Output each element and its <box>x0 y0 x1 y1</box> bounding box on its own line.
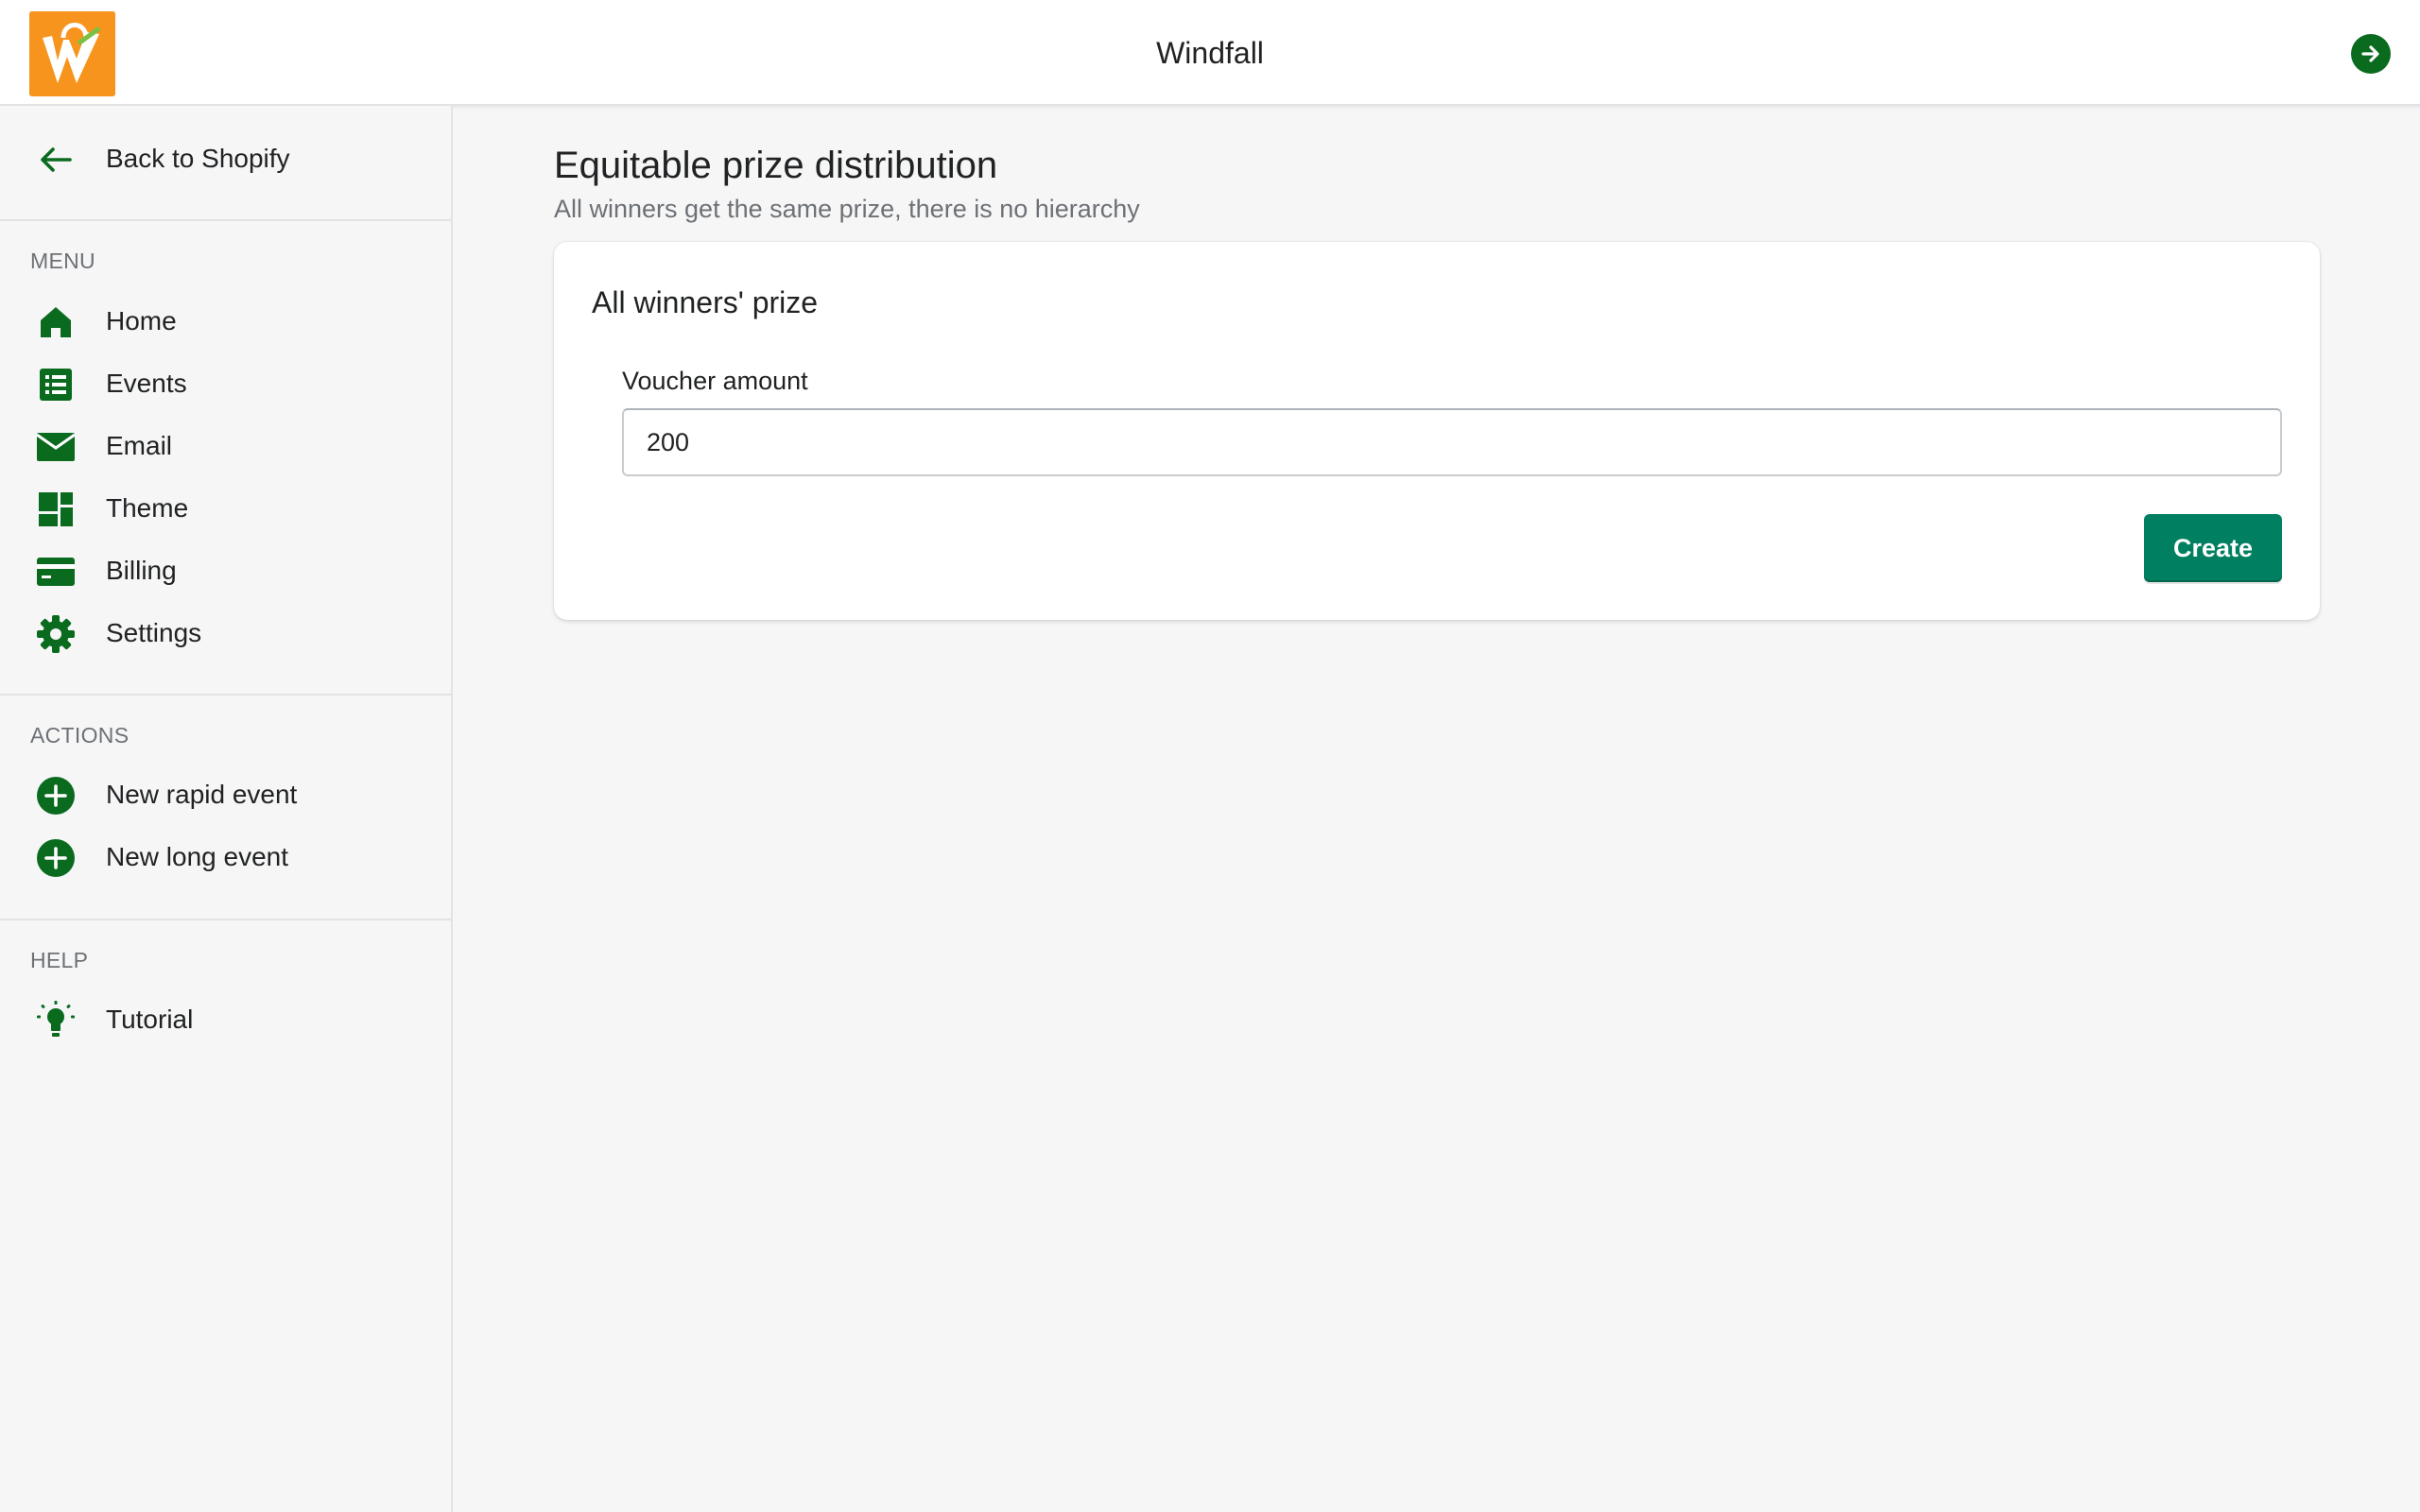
card-title: All winners' prize <box>592 285 819 319</box>
arrow-right-circle-icon <box>2361 45 2379 62</box>
exit-app-button[interactable] <box>2351 34 2391 74</box>
page-subtitle: All winners get the same prize, there is… <box>554 195 1140 223</box>
sidebar-item-label: Home <box>106 306 177 335</box>
back-link-label: Back to Shopify <box>106 144 290 173</box>
create-button[interactable]: Create <box>2144 514 2282 582</box>
plus-circle-icon <box>36 838 76 878</box>
sidebar-item-billing[interactable]: Billing <box>0 541 451 599</box>
sidebar-divider <box>0 919 451 920</box>
arrow-left-icon <box>38 146 74 179</box>
action-item-label: New long event <box>106 842 289 871</box>
new-long-event-button[interactable]: New long event <box>0 827 451 885</box>
credit-card-icon <box>36 552 76 592</box>
plus-circle-icon <box>36 776 76 816</box>
back-to-shopify-link[interactable]: Back to Shopify <box>0 129 451 189</box>
sidebar-item-tutorial[interactable]: Tutorial <box>0 989 451 1048</box>
sidebar-item-label: Billing <box>106 556 177 585</box>
help-section-title: HELP <box>30 948 89 972</box>
top-bar: Windfall <box>0 0 2420 106</box>
voucher-amount-input[interactable] <box>622 408 2282 476</box>
actions-section-title: ACTIONS <box>30 723 130 747</box>
list-icon <box>36 365 76 404</box>
sidebar-item-events[interactable]: Events <box>0 353 451 412</box>
sidebar-item-theme[interactable]: Theme <box>0 478 451 537</box>
voucher-amount-label: Voucher amount <box>622 367 808 395</box>
menu-section-title: MENU <box>30 249 95 273</box>
page-title: Equitable prize distribution <box>554 145 998 186</box>
gear-icon <box>36 614 76 654</box>
layout-icon <box>36 490 76 529</box>
sidebar-divider <box>0 219 451 221</box>
sidebar: Back to Shopify MENU Home Events Email T… <box>0 106 453 1512</box>
sidebar-item-label: Events <box>106 369 187 398</box>
prize-card: All winners' prize Voucher amount Create <box>554 242 2320 620</box>
app-title: Windfall <box>1156 36 1264 70</box>
sidebar-divider <box>0 694 451 696</box>
sidebar-item-label: Email <box>106 431 173 460</box>
sidebar-item-label: Tutorial <box>106 1005 194 1034</box>
lightbulb-icon <box>36 1001 76 1040</box>
sidebar-item-home[interactable]: Home <box>0 291 451 350</box>
sidebar-item-label: Settings <box>106 618 202 647</box>
sidebar-item-label: Theme <box>106 493 189 523</box>
action-item-label: New rapid event <box>106 780 298 809</box>
home-icon <box>36 302 76 342</box>
envelope-icon <box>36 427 76 467</box>
sidebar-item-settings[interactable]: Settings <box>0 603 451 662</box>
new-rapid-event-button[interactable]: New rapid event <box>0 765 451 823</box>
sidebar-item-email[interactable]: Email <box>0 416 451 474</box>
